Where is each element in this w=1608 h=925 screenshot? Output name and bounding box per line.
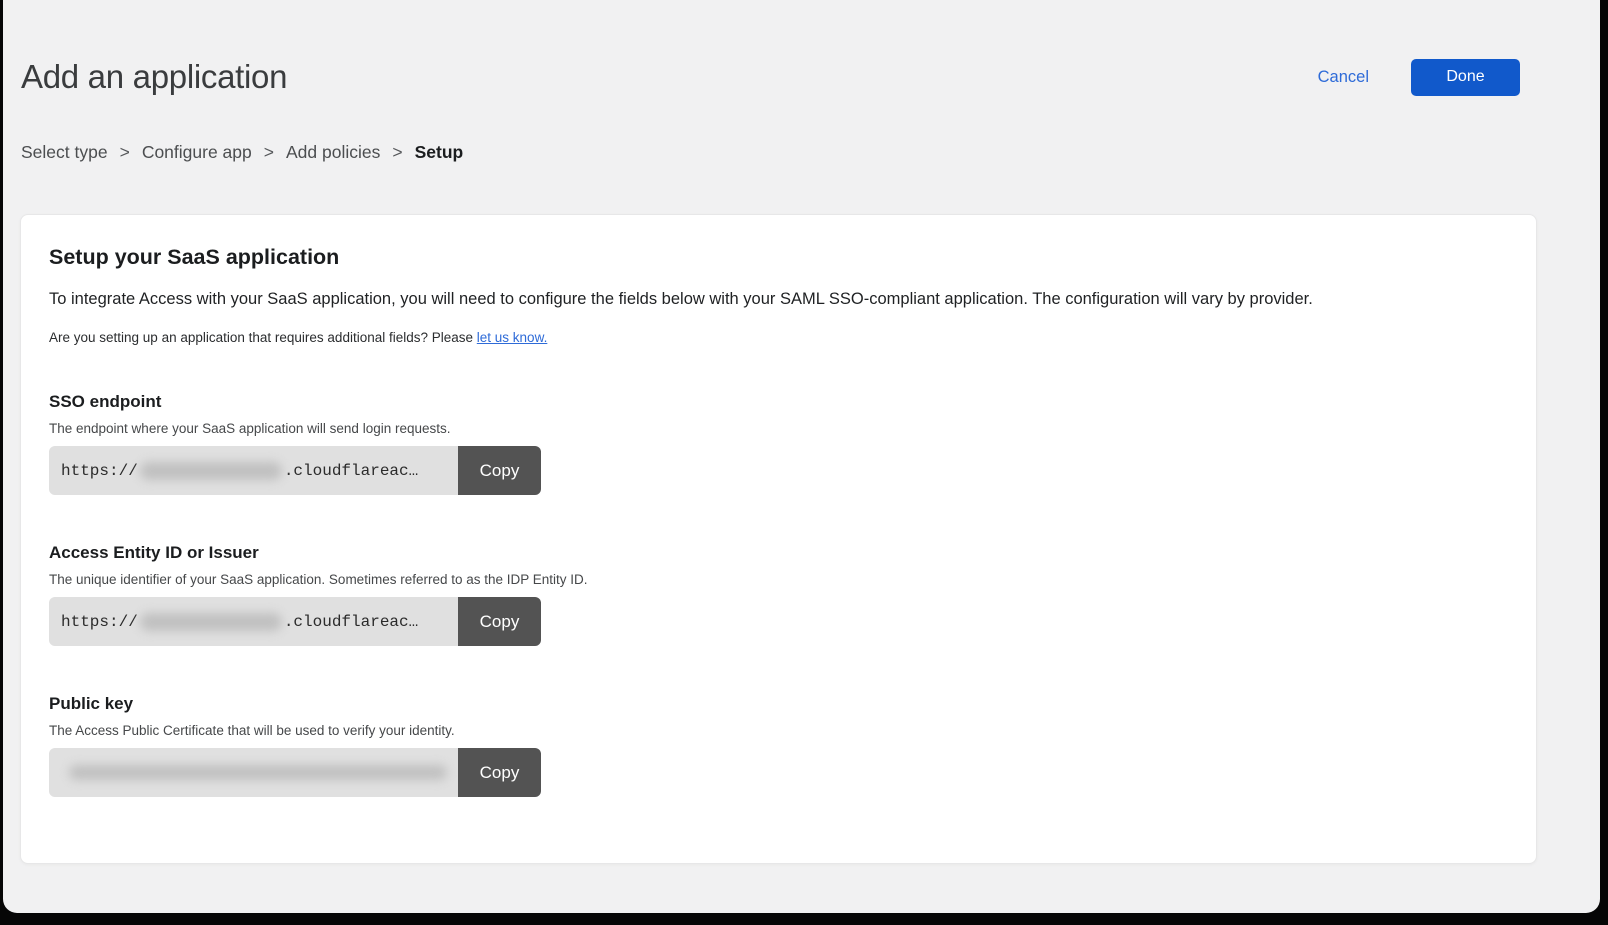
sso-endpoint-copy-button[interactable]: Copy (458, 446, 541, 495)
public-key-label: Public key (49, 694, 1508, 714)
access-entity-id-label: Access Entity ID or Issuer (49, 543, 1508, 563)
let-us-know-link[interactable]: let us know. (477, 330, 548, 345)
public-key-description: The Access Public Certificate that will … (49, 723, 1508, 738)
sso-endpoint-label: SSO endpoint (49, 392, 1508, 412)
breadcrumb-separator: > (120, 142, 130, 163)
card-note: Are you setting up an application that r… (49, 330, 1508, 345)
field-public-key: Public key The Access Public Certificate… (49, 694, 1508, 797)
breadcrumb-setup: Setup (415, 142, 464, 163)
access-entity-id-description: The unique identifier of your SaaS appli… (49, 572, 1508, 587)
page-header: Add an application Cancel Done (20, 0, 1537, 96)
redacted-value (140, 613, 282, 631)
setup-card: Setup your SaaS application To integrate… (20, 214, 1537, 864)
sso-endpoint-value-prefix: https:// (61, 462, 138, 480)
breadcrumb: Select type > Configure app > Add polici… (21, 142, 1537, 163)
page-title: Add an application (21, 58, 287, 96)
sso-endpoint-value-suffix: .cloudflareac… (284, 462, 418, 480)
app-window: Add an application Cancel Done Select ty… (3, 0, 1600, 913)
access-entity-id-value-prefix: https:// (61, 613, 138, 631)
redacted-value (69, 765, 447, 780)
public-key-value (49, 748, 458, 797)
access-entity-id-value-suffix: .cloudflareac… (284, 613, 418, 631)
cancel-button[interactable]: Cancel (1318, 68, 1369, 87)
sso-endpoint-field: https:// .cloudflareac… Copy (49, 446, 541, 495)
card-note-text: Are you setting up an application that r… (49, 330, 477, 345)
field-access-entity-id: Access Entity ID or Issuer The unique id… (49, 543, 1508, 646)
breadcrumb-configure-app[interactable]: Configure app (142, 142, 252, 163)
breadcrumb-separator: > (264, 142, 274, 163)
access-entity-id-field: https:// .cloudflareac… Copy (49, 597, 541, 646)
header-actions: Cancel Done (1318, 59, 1520, 96)
breadcrumb-add-policies[interactable]: Add policies (286, 142, 380, 163)
sso-endpoint-description: The endpoint where your SaaS application… (49, 421, 1508, 436)
access-entity-id-copy-button[interactable]: Copy (458, 597, 541, 646)
field-sso-endpoint: SSO endpoint The endpoint where your Saa… (49, 392, 1508, 495)
redacted-value (140, 462, 282, 480)
card-heading: Setup your SaaS application (49, 245, 1508, 270)
public-key-field: Copy (49, 748, 541, 797)
sso-endpoint-value: https:// .cloudflareac… (49, 446, 458, 495)
breadcrumb-separator: > (392, 142, 402, 163)
access-entity-id-value: https:// .cloudflareac… (49, 597, 458, 646)
card-intro: To integrate Access with your SaaS appli… (49, 288, 1508, 310)
public-key-copy-button[interactable]: Copy (458, 748, 541, 797)
done-button[interactable]: Done (1411, 59, 1520, 96)
breadcrumb-select-type[interactable]: Select type (21, 142, 108, 163)
